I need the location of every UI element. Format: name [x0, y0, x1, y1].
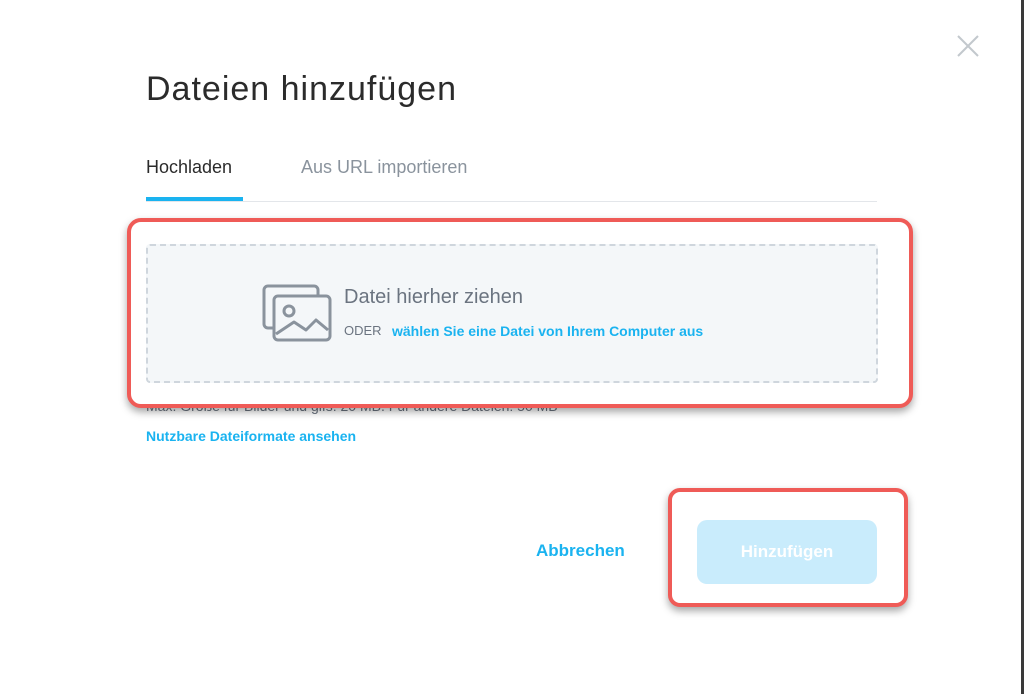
- add-files-dialog: Dateien hinzufügen Hochladen Aus URL imp…: [0, 0, 1024, 694]
- add-button[interactable]: Hinzufügen: [697, 520, 877, 584]
- choose-file-link[interactable]: wählen Sie eine Datei von Ihrem Computer…: [392, 323, 703, 339]
- dropzone-or-label: ODER: [344, 323, 382, 338]
- cancel-button[interactable]: Abbrechen: [536, 541, 625, 561]
- file-formats-link[interactable]: Nutzbare Dateiformate ansehen: [146, 428, 356, 444]
- add-button-label: Hinzufügen: [740, 542, 834, 561]
- dropzone-title: Datei hierher ziehen: [344, 286, 523, 308]
- close-button[interactable]: [952, 30, 984, 62]
- dialog-title: Dateien hinzufügen: [146, 70, 458, 108]
- tab-import-url[interactable]: Aus URL importieren: [301, 157, 467, 178]
- tab-upload[interactable]: Hochladen: [146, 157, 232, 178]
- image-stack-icon: [262, 284, 332, 342]
- file-dropzone[interactable]: Datei hierher ziehen ODER wählen Sie ein…: [146, 244, 878, 383]
- tab-bar: Hochladen Aus URL importieren: [146, 150, 877, 202]
- active-tab-indicator: [146, 197, 243, 201]
- close-icon: [957, 35, 979, 57]
